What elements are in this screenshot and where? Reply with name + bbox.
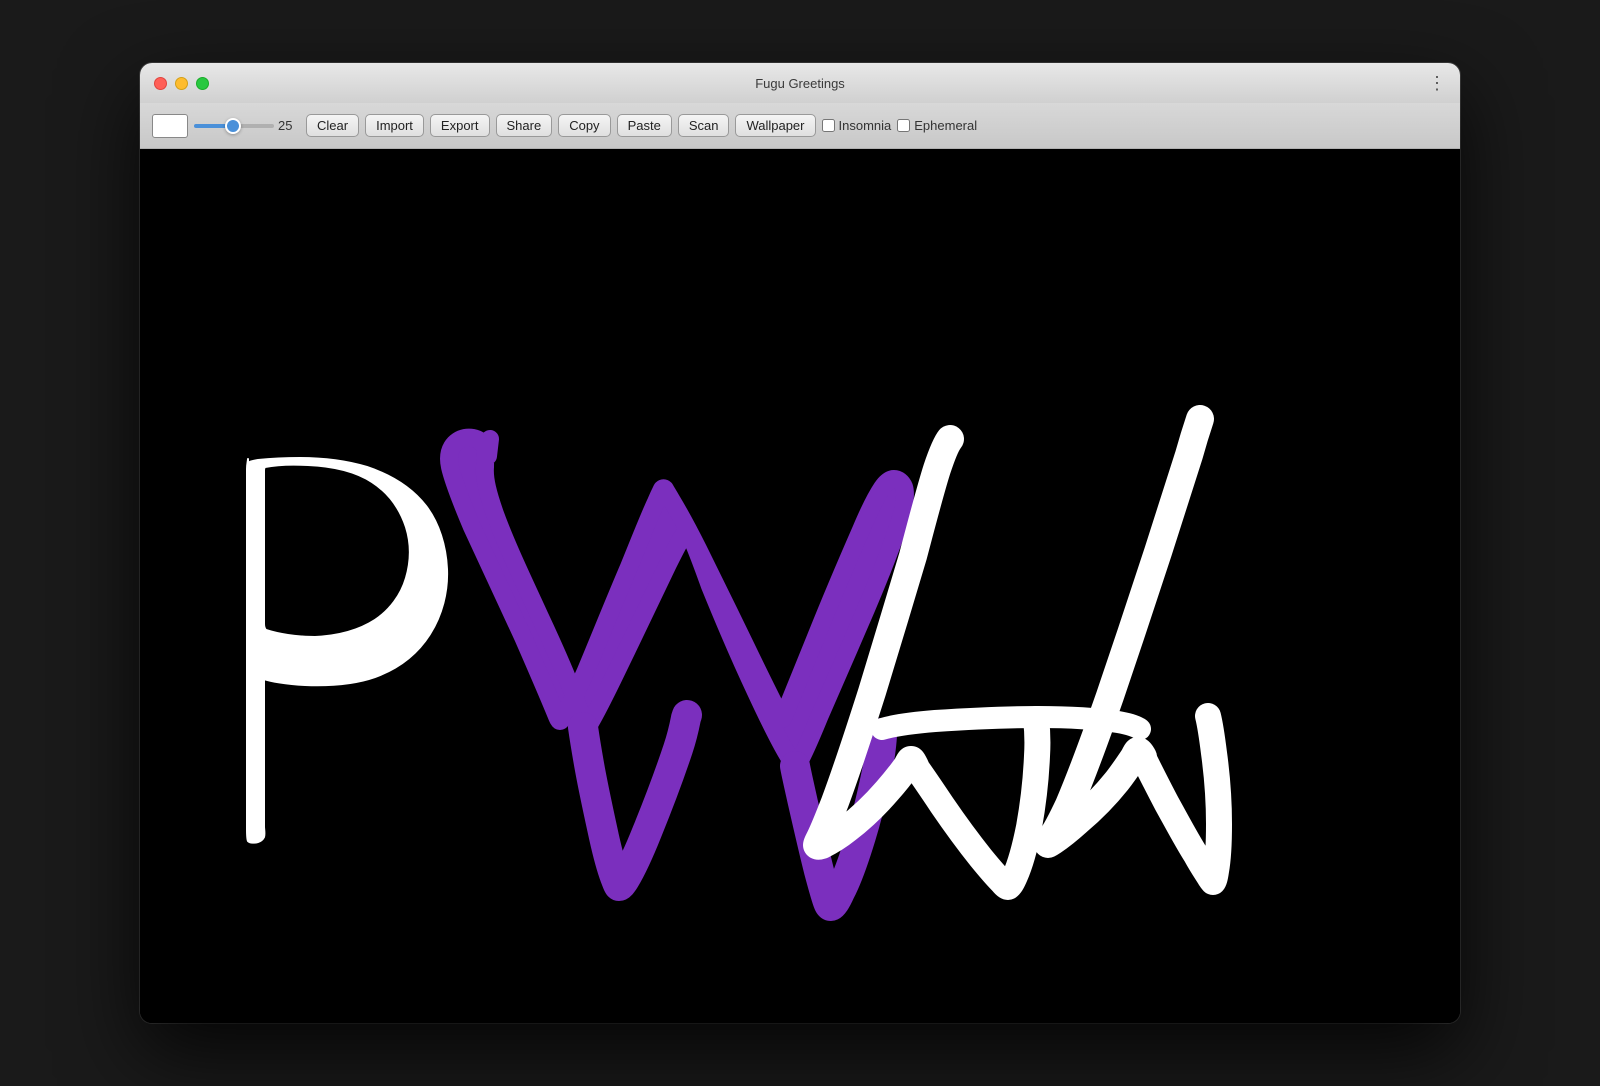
ephemeral-text: Ephemeral	[914, 118, 977, 133]
copy-button[interactable]: Copy	[558, 114, 610, 137]
toolbar: 25 Clear Import Export Share Copy Paste …	[140, 103, 1460, 149]
ephemeral-label[interactable]: Ephemeral	[897, 118, 977, 133]
scan-button[interactable]: Scan	[678, 114, 730, 137]
insomnia-checkbox[interactable]	[822, 119, 835, 132]
ephemeral-checkbox[interactable]	[897, 119, 910, 132]
export-button[interactable]: Export	[430, 114, 490, 137]
menu-icon[interactable]: ⋮	[1428, 73, 1446, 94]
title-bar: Fugu Greetings ⋮	[140, 63, 1460, 103]
wallpaper-button[interactable]: Wallpaper	[735, 114, 815, 137]
close-button[interactable]	[154, 77, 167, 90]
maximize-button[interactable]	[196, 77, 209, 90]
size-value: 25	[278, 118, 300, 133]
clear-button[interactable]: Clear	[306, 114, 359, 137]
insomnia-text: Insomnia	[839, 118, 892, 133]
size-slider[interactable]	[194, 124, 274, 128]
drawing-canvas[interactable]	[140, 149, 1460, 1023]
import-button[interactable]: Import	[365, 114, 424, 137]
paste-button[interactable]: Paste	[617, 114, 672, 137]
color-swatch[interactable]	[152, 114, 188, 138]
app-window: Fugu Greetings ⋮ 25 Clear Import Export …	[140, 63, 1460, 1023]
minimize-button[interactable]	[175, 77, 188, 90]
insomnia-label[interactable]: Insomnia	[822, 118, 892, 133]
window-title: Fugu Greetings	[755, 76, 845, 91]
slider-container: 25	[194, 118, 300, 133]
share-button[interactable]: Share	[496, 114, 553, 137]
traffic-lights	[154, 77, 209, 90]
canvas-svg	[140, 149, 1460, 1023]
